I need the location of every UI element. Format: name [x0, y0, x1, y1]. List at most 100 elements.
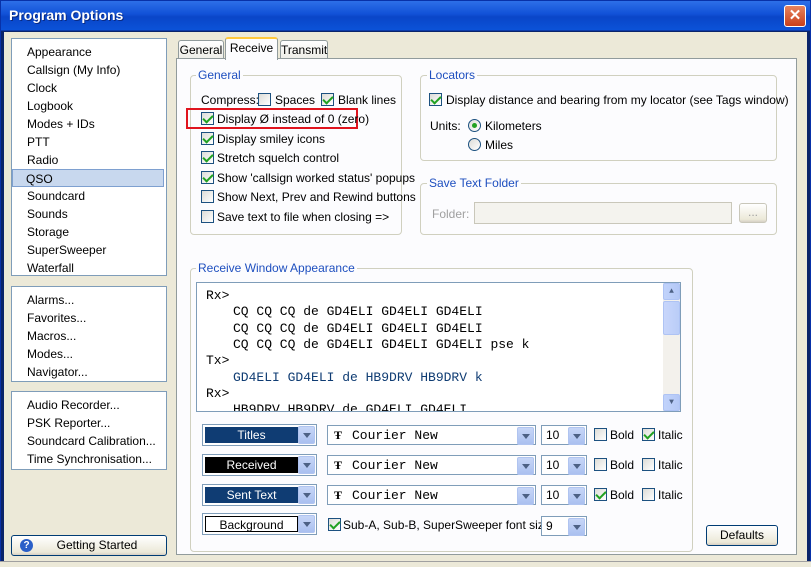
chevron-down-icon[interactable] [517, 427, 534, 445]
receive-preview-text[interactable]: HB9DRV HB9DRV de GD4ELI GD4ELI Rx> GD4ELI … [196, 282, 681, 412]
chevron-down-icon[interactable] [517, 457, 534, 475]
sub-font-size-select[interactable]: 9 [541, 516, 587, 536]
truetype-font-icon: Ŧ [334, 428, 343, 442]
browse-label: ... [747, 205, 758, 219]
compress-label: Compress: [201, 93, 260, 107]
sent-text-style-label: Sent Text [205, 487, 298, 503]
general-option-checkbox[interactable] [201, 209, 214, 223]
nav-item-audio-recorder[interactable]: Audio Recorder... [26, 396, 120, 414]
sub-font-size-checkbox[interactable] [328, 518, 341, 531]
save-text-folder-title: Save Text Folder [427, 176, 521, 190]
truetype-font-icon: Ŧ [334, 488, 343, 502]
sent-text-italic-label: Italic [658, 488, 683, 502]
display-distance-checkbox[interactable] [429, 93, 442, 106]
sent-text-bold-checkbox[interactable] [594, 488, 607, 501]
nav-item-macros[interactable]: Macros... [26, 327, 76, 345]
titles-color-picker[interactable]: Titles [202, 424, 317, 446]
chevron-down-icon[interactable] [298, 426, 315, 444]
spaces-label: Spaces [275, 93, 316, 107]
units-label: Units: [430, 119, 461, 133]
close-icon: ✕ [788, 7, 802, 24]
nav-item-navigator[interactable]: Navigator... [26, 363, 88, 381]
folder-label: Folder: [432, 207, 470, 221]
nav-item-alarms[interactable]: Alarms... [26, 291, 74, 309]
nav-item-ptt[interactable]: PTT [26, 133, 50, 151]
nav-item-clock[interactable]: Clock [26, 79, 57, 97]
kilometers-label: Kilometers [485, 119, 542, 133]
nav-item-logbook[interactable]: Logbook [26, 97, 73, 115]
sent-text-size-select[interactable]: 10 [541, 485, 587, 505]
nav-item-soundcard[interactable]: Soundcard [26, 187, 85, 205]
general-option-label: Save text to file when closing => [217, 209, 390, 224]
chevron-down-icon[interactable] [568, 457, 585, 475]
scroll-down-icon[interactable]: ▼ [663, 394, 680, 411]
sent-text-font-name: Courier New [352, 488, 438, 503]
titles-size-select[interactable]: 10 [541, 425, 587, 445]
titles-bold-checkbox[interactable] [594, 428, 607, 441]
chevron-down-icon[interactable] [298, 486, 315, 504]
getting-started-button[interactable]: ? Getting Started [11, 535, 167, 556]
appearance-group-title: Receive Window Appearance [196, 261, 357, 275]
chevron-down-icon[interactable] [517, 487, 534, 505]
tab-general[interactable]: General [178, 40, 224, 60]
folder-input[interactable] [474, 202, 732, 224]
nav-item-appearance[interactable]: Appearance [26, 43, 92, 61]
title-bar[interactable]: Program Options ✕ [1, 1, 810, 31]
chevron-down-icon[interactable] [568, 518, 585, 536]
sent-text-font-select[interactable]: Ŧ Courier New [327, 485, 536, 505]
background-color-picker[interactable]: Background [202, 513, 317, 535]
general-option-label: Stretch squelch control [217, 151, 340, 165]
received-size-select[interactable]: 10 [541, 455, 587, 475]
titles-italic-checkbox[interactable] [642, 428, 655, 441]
general-option-label: Show 'callsign worked status' popups [217, 170, 416, 185]
chevron-down-icon[interactable] [298, 515, 315, 533]
chevron-down-icon[interactable] [298, 456, 315, 474]
received-font-name: Courier New [352, 458, 438, 473]
kilometers-radio[interactable] [468, 119, 481, 132]
nav-item-qso[interactable]: QSO [12, 169, 164, 187]
nav-item-soundcard-calibration[interactable]: Soundcard Calibration... [26, 432, 156, 450]
blank-lines-checkbox[interactable] [321, 93, 334, 106]
titles-font-select[interactable]: Ŧ Courier New [327, 425, 536, 445]
general-option-checkbox[interactable] [201, 190, 214, 203]
defaults-button[interactable]: Defaults [706, 525, 778, 546]
nav-item-favorites[interactable]: Favorites... [26, 309, 86, 327]
scroll-up-icon[interactable]: ▲ [663, 283, 680, 300]
received-bold-checkbox[interactable] [594, 458, 607, 471]
general-option-label: Display Ø instead of 0 (zero) [217, 112, 370, 126]
nav-item-psk-reporter[interactable]: PSK Reporter... [26, 414, 110, 432]
general-option-checkbox[interactable] [201, 112, 214, 125]
preview-line: Tx> [206, 353, 230, 369]
received-font-select[interactable]: Ŧ Courier New [327, 455, 536, 475]
tab-transmit-label: Transmit [281, 43, 328, 57]
scroll-thumb[interactable] [663, 301, 680, 335]
nav-item-waterfall[interactable]: Waterfall [26, 259, 74, 277]
nav-item-callsign-my-info[interactable]: Callsign (My Info) [26, 61, 120, 79]
nav-item-storage[interactable]: Storage [26, 223, 69, 241]
nav-item-supersweeper[interactable]: SuperSweeper [26, 241, 106, 259]
nav-item-modes-ids[interactable]: Modes + IDs [26, 115, 95, 133]
tab-receive[interactable]: Receive [225, 37, 278, 60]
getting-started-label: Getting Started [56, 538, 138, 552]
received-italic-checkbox[interactable] [642, 458, 655, 471]
close-button[interactable]: ✕ [784, 5, 806, 27]
general-option-checkbox[interactable] [201, 170, 214, 184]
sent-text-italic-checkbox[interactable] [642, 488, 655, 501]
tab-transmit[interactable]: Transmit [280, 40, 328, 60]
display-distance-label: Display distance and bearing from my loc… [446, 93, 789, 107]
nav-item-time-synchronisation[interactable]: Time Synchronisation... [26, 450, 152, 468]
chevron-down-icon[interactable] [568, 487, 585, 505]
nav-item-radio[interactable]: Radio [26, 151, 58, 169]
browse-folder-button[interactable]: ... [739, 203, 767, 223]
miles-radio[interactable] [468, 138, 481, 151]
sent-text-color-picker[interactable]: Sent Text [202, 484, 317, 506]
chevron-down-icon[interactable] [568, 427, 585, 445]
nav-item-modes[interactable]: Modes... [26, 345, 73, 363]
received-color-picker[interactable]: Received [202, 454, 317, 476]
general-option-checkbox[interactable] [201, 151, 214, 164]
preview-scrollbar[interactable]: ▲ ▼ [663, 283, 680, 411]
nav-item-sounds[interactable]: Sounds [26, 205, 68, 223]
tab-receive-label: Receive [229, 41, 274, 55]
spaces-checkbox[interactable] [258, 93, 271, 106]
general-option-checkbox[interactable] [201, 131, 214, 145]
